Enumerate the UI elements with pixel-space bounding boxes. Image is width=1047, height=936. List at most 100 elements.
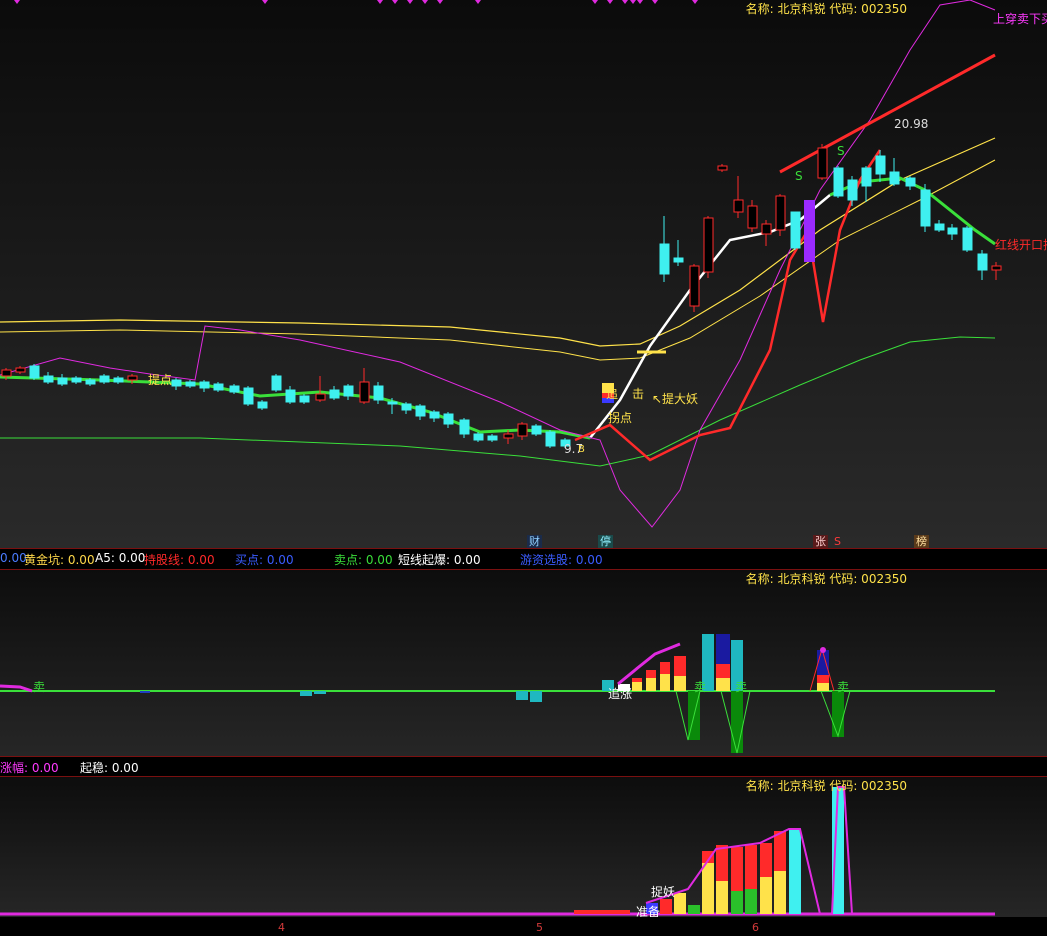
top-marker	[407, 0, 413, 4]
candle-body	[703, 217, 714, 273]
badge-ting[interactable]: 停	[598, 535, 613, 548]
top-marker	[437, 0, 443, 4]
candle-body	[229, 385, 240, 393]
signal-zhui: 追	[606, 387, 619, 401]
histogram-bar	[660, 674, 670, 691]
date-axis: 4 5 6	[0, 917, 1047, 936]
top-marker	[607, 0, 613, 4]
histogram-bar	[300, 691, 312, 696]
top-marker	[475, 0, 481, 4]
histogram-bar	[674, 893, 686, 914]
ind-chigu: 持股线: 0.00	[144, 553, 215, 567]
candle-body	[487, 435, 498, 441]
ind-zhangfu: 涨幅: 0.00	[0, 761, 59, 775]
histogram-bar	[660, 662, 670, 674]
candle-body	[817, 147, 828, 179]
ma-line	[0, 375, 591, 440]
histogram-bar	[789, 829, 801, 914]
candle-body	[747, 205, 758, 229]
signal-ji: 击	[632, 387, 645, 401]
purple-candle	[804, 200, 815, 262]
indicator-pane-2[interactable]: 名称: 北京科锐 代码: 002350 捉妖 准备	[0, 777, 1047, 917]
candle-body	[920, 189, 931, 227]
zhuoyao-label: 捉妖	[651, 885, 676, 899]
signal-b: B	[578, 444, 585, 455]
ind-maidian-sell: 卖点: 0.00	[334, 553, 393, 567]
histogram-bar	[530, 691, 542, 702]
histogram-bar	[716, 664, 730, 678]
histogram-bar	[646, 670, 656, 678]
ind-duanxian: 短线起爆: 0.00	[398, 553, 481, 567]
peak-dot	[820, 647, 826, 653]
candle-body	[401, 403, 412, 411]
candle-body	[962, 227, 973, 251]
candle-body	[733, 199, 744, 213]
badge-bang[interactable]: 榜	[914, 535, 929, 548]
candle-body	[889, 171, 900, 185]
candle-body	[57, 377, 68, 385]
badge-zhang[interactable]: 张	[813, 535, 828, 548]
sub-indicator-strip: 涨幅: 0.00 起稳: 0.00	[0, 757, 1047, 777]
sub-pane-2-header: 名称: 北京科锐 代码: 002350	[745, 779, 907, 793]
top-marker	[622, 0, 628, 4]
peak-price-label: 20.98	[894, 117, 929, 131]
candle-body	[934, 223, 945, 231]
histogram-bar	[731, 891, 743, 914]
main-price-pane[interactable]: 名称: 北京科锐 代码: 002350 20.98 9.7 提点 追 击 拐点 …	[0, 0, 1047, 548]
indicator-pane-1[interactable]: 名称: 北京科锐 代码: 002350 卖 追涨 卖 卖 卖	[0, 570, 1047, 756]
ind-huangjinkeng: 黄金坑: 0.00	[24, 553, 95, 567]
histogram-bar	[817, 675, 829, 683]
badge-s[interactable]: S	[832, 535, 843, 548]
indicator-2-canvas[interactable]	[0, 777, 1047, 917]
sell-label-2: 卖	[735, 680, 748, 694]
ind-a5: A5: 0.00	[95, 551, 146, 565]
histogram-bar	[314, 691, 326, 694]
annotation-right-top: 上穿卖下买	[993, 12, 1047, 26]
histogram-bar	[716, 678, 730, 691]
histogram-bar	[574, 910, 630, 914]
histogram-bar	[745, 845, 757, 889]
upper-band-line	[0, 137, 996, 347]
candle-body	[271, 375, 282, 391]
sell-label-1: 卖	[694, 680, 707, 694]
ind-0: 0.00	[0, 551, 27, 565]
histogram-bar	[140, 691, 150, 693]
badge-cai[interactable]: 财	[527, 535, 542, 548]
candle-body	[545, 431, 556, 447]
candle-body	[359, 381, 370, 403]
histogram-bar	[674, 656, 686, 676]
candle-body	[257, 401, 268, 409]
price-chart-canvas[interactable]	[0, 0, 1047, 548]
candle-body	[243, 387, 254, 405]
signal-guaidian: 拐点	[608, 411, 633, 425]
histogram-bar	[745, 889, 757, 914]
top-marker	[392, 0, 398, 4]
candle-body	[71, 377, 82, 383]
candle-body	[329, 389, 340, 399]
candle-body	[185, 381, 196, 387]
histogram-bar	[646, 678, 656, 691]
negative-bar	[731, 691, 743, 753]
candle-body	[315, 393, 326, 401]
candle-body	[285, 389, 296, 403]
candle-body	[43, 375, 54, 383]
candle-body	[775, 195, 786, 231]
annotation-right-mid: 红线开口持	[995, 238, 1047, 252]
sub-pane-1-header: 名称: 北京科锐 代码: 002350	[745, 572, 907, 586]
candle-body	[113, 377, 124, 383]
indicator-1-canvas[interactable]	[0, 570, 1047, 756]
histogram-bar	[516, 691, 528, 700]
candle-body	[473, 433, 484, 441]
candle-body	[29, 365, 40, 379]
histogram-bar	[632, 682, 642, 691]
histogram-bar	[660, 899, 672, 914]
signal-zhuodayao: ↖提大妖	[652, 392, 699, 406]
candle-body	[689, 265, 700, 307]
histogram-bar	[817, 683, 829, 691]
candle-body	[905, 177, 916, 187]
signal-tidian: 提点	[148, 373, 173, 387]
candle-body	[127, 375, 138, 381]
histogram-bar	[774, 871, 786, 914]
candle-body	[861, 167, 872, 187]
candle-body	[373, 385, 384, 401]
